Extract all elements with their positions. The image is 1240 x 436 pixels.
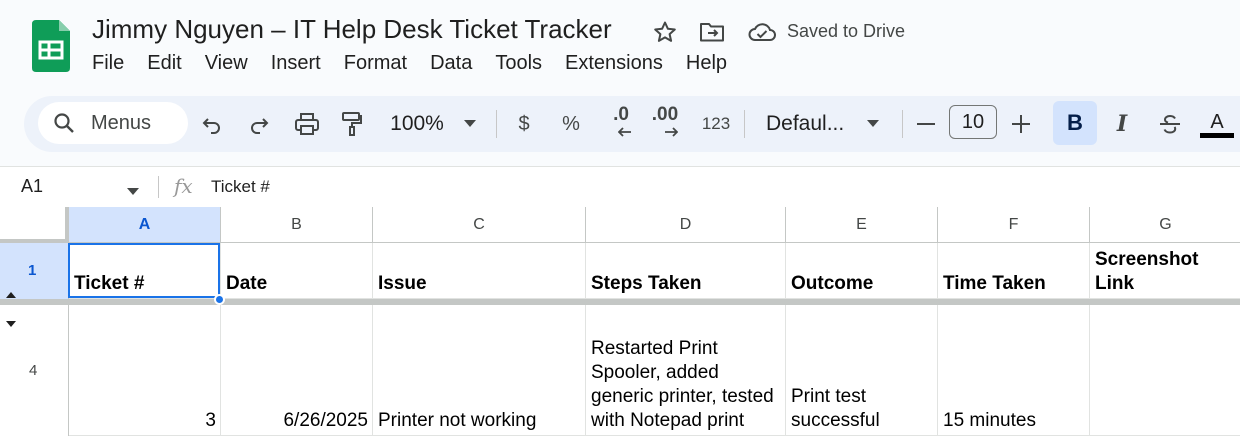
move-folder-icon[interactable]	[698, 18, 726, 46]
caret-down-icon	[6, 314, 16, 331]
document-title[interactable]: Jimmy Nguyen – IT Help Desk Ticket Track…	[92, 14, 612, 45]
column-header-d[interactable]: D	[586, 207, 786, 243]
arrow-left-icon	[617, 124, 632, 142]
menu-format[interactable]: Format	[344, 52, 407, 75]
cell-text: Ticket #	[74, 273, 145, 294]
cell-g1[interactable]: Screenshot Link	[1090, 243, 1240, 299]
zoom-dropdown-icon[interactable]	[460, 104, 480, 144]
formula-bar: A1 fx Ticket #	[0, 166, 1240, 207]
row-header-4[interactable]: 4	[0, 305, 69, 436]
name-box[interactable]: A1	[21, 176, 43, 197]
cell-f1[interactable]: Time Taken	[938, 243, 1090, 299]
increase-font-size-icon[interactable]	[1009, 104, 1033, 144]
arrow-right-icon	[664, 124, 679, 142]
toolbar-divider	[496, 110, 497, 138]
more-formats-button[interactable]: 123	[698, 104, 734, 144]
text-color-button[interactable]: A	[1200, 104, 1234, 144]
column-header-c[interactable]: C	[373, 207, 586, 243]
redo-icon[interactable]	[245, 104, 273, 144]
menus-search-label: Menus	[91, 112, 152, 134]
title-bar: Jimmy Nguyen – IT Help Desk Ticket Track…	[0, 0, 1240, 92]
save-status: Saved to Drive	[787, 21, 906, 41]
cell-text: 15 minutes	[943, 410, 1036, 431]
menu-extensions[interactable]: Extensions	[565, 52, 663, 75]
cell-text: Restarted Print Spooler, added generic p…	[591, 338, 774, 431]
cell-text: Printer not working	[378, 410, 537, 431]
formula-input[interactable]: Ticket #	[211, 177, 270, 197]
cell-text: Date	[226, 273, 268, 294]
column-header-b[interactable]: B	[221, 207, 373, 243]
cell-text: Time Taken	[943, 273, 1046, 294]
cell-c1[interactable]: Issue	[373, 243, 586, 299]
cloud-saved-icon[interactable]	[746, 18, 778, 46]
sheet-grid: A B C D E F G 1 Ticket # Date Issue Step…	[0, 207, 1240, 436]
paint-format-icon[interactable]	[338, 104, 366, 144]
cell-f4[interactable]: 15 minutes	[938, 305, 1090, 436]
menu-insert[interactable]: Insert	[271, 52, 321, 75]
italic-button[interactable]: I	[1110, 104, 1134, 144]
toolbar-divider	[744, 110, 745, 138]
fill-handle[interactable]	[214, 294, 225, 305]
formula-divider	[158, 176, 159, 198]
column-header-g[interactable]: G	[1090, 207, 1240, 243]
cell-text: Issue	[378, 273, 427, 294]
toolbar: Menus 100% $ % .0 .00 123 Defaul... 10 B…	[24, 96, 1240, 152]
column-header-f[interactable]: F	[938, 207, 1090, 243]
cell-b4[interactable]: 6/26/2025	[221, 305, 373, 436]
cell-text: 3	[205, 410, 216, 431]
zoom-select[interactable]: 100%	[386, 104, 448, 144]
cell-b1[interactable]: Date	[221, 243, 373, 299]
text-color-swatch	[1200, 132, 1234, 138]
row-number: 4	[29, 362, 38, 379]
font-dropdown-icon[interactable]	[863, 104, 883, 144]
cell-d1[interactable]: Steps Taken	[586, 243, 786, 299]
menu-file[interactable]: File	[92, 52, 124, 75]
name-box-dropdown-icon[interactable]	[127, 183, 139, 201]
currency-format-button[interactable]: $	[514, 104, 534, 144]
cell-a4[interactable]: 3	[69, 305, 221, 436]
cell-d4[interactable]: Restarted Print Spooler, added generic p…	[586, 305, 786, 436]
menu-data[interactable]: Data	[430, 52, 472, 75]
cell-a1[interactable]: Ticket #	[69, 243, 221, 299]
sheets-logo-icon[interactable]	[32, 20, 70, 72]
bold-button[interactable]: B	[1053, 101, 1097, 145]
percent-format-button[interactable]: %	[559, 104, 583, 144]
decrease-font-size-icon[interactable]	[914, 104, 938, 144]
column-header-a[interactable]: A	[69, 207, 221, 243]
menu-view[interactable]: View	[205, 52, 248, 75]
fx-icon: fx	[174, 174, 193, 198]
menus-search[interactable]: Menus	[38, 102, 188, 144]
print-icon[interactable]	[292, 104, 322, 144]
menu-edit[interactable]: Edit	[147, 52, 181, 75]
column-header-e[interactable]: E	[786, 207, 938, 243]
search-icon	[52, 111, 76, 140]
row-header-1[interactable]: 1	[0, 243, 69, 299]
text-color-label: A	[1210, 110, 1224, 133]
cell-text: 6/26/2025	[283, 410, 368, 431]
cell-e1[interactable]: Outcome	[786, 243, 938, 299]
cell-c4[interactable]: Printer not working	[373, 305, 586, 436]
menu-help[interactable]: Help	[686, 52, 727, 75]
star-icon[interactable]	[651, 18, 679, 46]
strikethrough-icon[interactable]	[1156, 104, 1184, 144]
toolbar-divider	[902, 110, 903, 138]
cell-e4[interactable]: Print test successful	[786, 305, 938, 436]
cell-g4[interactable]	[1090, 305, 1240, 436]
cell-text: Outcome	[791, 273, 874, 294]
select-all-corner[interactable]	[0, 207, 69, 243]
row-number: 1	[28, 262, 37, 279]
cell-text: Steps Taken	[591, 273, 702, 294]
menu-bar: File Edit View Insert Format Data Tools …	[92, 52, 750, 75]
undo-icon[interactable]	[198, 104, 226, 144]
menu-tools[interactable]: Tools	[495, 52, 542, 75]
font-select[interactable]: Defaul...	[766, 104, 850, 144]
font-size-input[interactable]: 10	[949, 105, 997, 139]
cell-text: Screenshot Link	[1095, 249, 1199, 294]
cell-text: Print test successful	[791, 386, 880, 431]
